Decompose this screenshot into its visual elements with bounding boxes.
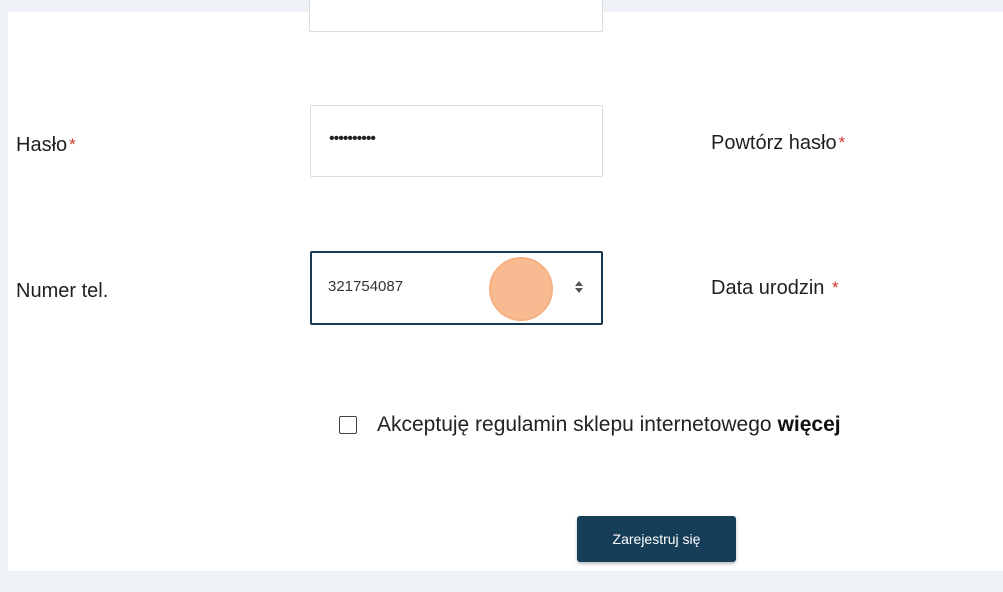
register-button[interactable]: Zarejestruj się [577,516,736,562]
required-mark: * [69,135,76,154]
repeat-password-label: Powtórz hasło * [711,131,845,155]
phone-input[interactable]: 321754087 [310,251,603,325]
password-masked-value: •••••••••• [329,130,376,147]
terms-more-link[interactable]: więcej [778,413,841,436]
stepper-down-icon[interactable] [575,288,583,293]
phone-number-stepper[interactable] [573,276,585,298]
required-mark: * [831,278,839,297]
click-indicator [489,257,553,321]
phone-label-text: Numer tel. [16,280,109,302]
password-label: Hasło * [16,133,76,157]
stepper-up-icon[interactable] [575,281,583,286]
birth-date-label-text: Data urodzin [711,277,825,299]
phone-value: 321754087 [328,278,404,295]
previous-field-input[interactable] [309,0,603,32]
phone-label: Numer tel. [16,279,108,303]
required-mark: * [838,133,846,152]
terms-text: Akceptuję regulamin sklepu internetowego… [377,411,841,439]
password-label-text: Hasło [16,134,68,156]
terms-checkbox[interactable] [339,416,357,434]
terms-label: Akceptuję regulamin sklepu internetowego [377,413,772,436]
repeat-password-label-text: Powtórz hasło [711,132,837,154]
password-input[interactable]: •••••••••• [310,105,603,177]
birth-date-label: Data urodzin * [711,276,839,300]
